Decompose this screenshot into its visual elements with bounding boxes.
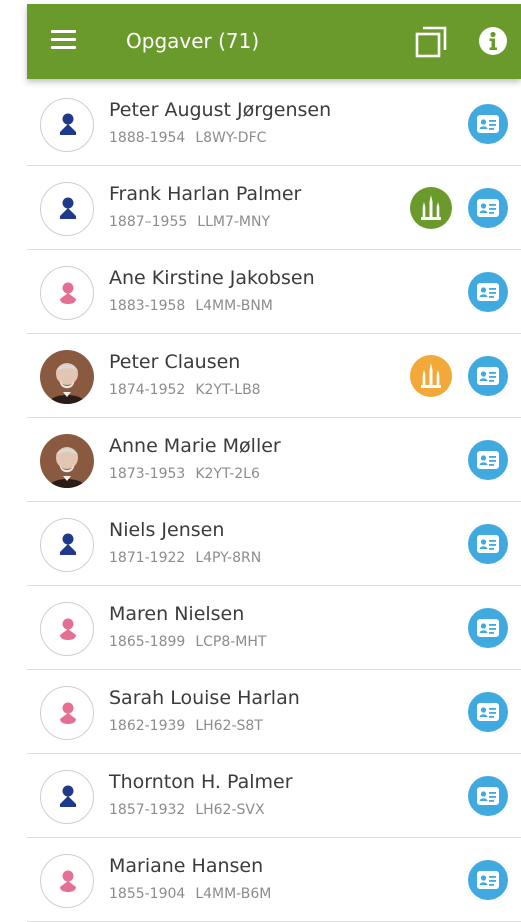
list-item[interactable]: Mariane Hansen 1855-1904 L4MM-B6M	[27, 838, 521, 922]
male-avatar-icon	[40, 182, 94, 236]
person-name: Peter Clausen	[109, 351, 241, 373]
person-card-icon[interactable]	[468, 860, 508, 900]
person-id: LH62-SVX	[195, 802, 265, 818]
person-card-icon[interactable]	[468, 524, 508, 564]
person-name: Ane Kirstine Jakobsen	[109, 267, 315, 289]
list-item[interactable]: Sarah Louise Harlan 1862-1939 LH62-S8T	[27, 670, 521, 754]
person-name: Niels Jensen	[109, 519, 225, 541]
person-meta: 1883-1958 L4MM-BNM	[109, 298, 273, 314]
avatar	[40, 350, 94, 404]
male-avatar-icon	[40, 770, 94, 824]
temple-icon[interactable]	[410, 187, 452, 229]
person-card-icon[interactable]	[468, 692, 508, 732]
page-title: Opgaver (71)	[126, 29, 260, 53]
person-name: Anne Marie Møller	[109, 435, 281, 457]
female-avatar-icon	[40, 602, 94, 656]
person-card-icon[interactable]	[468, 440, 508, 480]
list-item[interactable]: Niels Jensen 1871-1922 L4PY-8RN	[27, 502, 521, 586]
person-id: L4PY-8RN	[195, 550, 262, 566]
temple-icon[interactable]	[410, 355, 452, 397]
avatar	[40, 434, 94, 488]
person-card-icon[interactable]	[468, 104, 508, 144]
person-meta: 1873-1953 K2YT-2L6	[109, 466, 260, 482]
person-id: LLM7-MNY	[197, 214, 271, 230]
person-meta: 1855-1904 L4MM-B6M	[109, 886, 271, 902]
list-item[interactable]: Ane Kirstine Jakobsen 1883-1958 L4MM-BNM	[27, 250, 521, 334]
menu-icon[interactable]	[51, 30, 76, 50]
person-years: 1873-1953	[109, 466, 186, 482]
person-card-icon[interactable]	[468, 776, 508, 816]
list-item[interactable]: Anne Marie Møller 1873-1953 K2YT-2L6	[27, 418, 521, 502]
female-avatar-icon	[40, 686, 94, 740]
person-years: 1862-1939	[109, 718, 186, 734]
copy-icon[interactable]	[415, 26, 447, 58]
person-years: 1888-1954	[109, 130, 186, 146]
person-meta: 1871-1922 L4PY-8RN	[109, 550, 261, 566]
male-avatar-icon	[40, 518, 94, 572]
person-years: 1857-1932	[109, 802, 186, 818]
male-avatar-icon	[40, 98, 94, 152]
person-id: L4MM-B6M	[195, 886, 272, 902]
app-bar: Opgaver (71)	[27, 4, 521, 79]
person-name: Peter August Jørgensen	[109, 99, 332, 121]
person-card-icon[interactable]	[468, 608, 508, 648]
person-meta: 1865-1899 LCP8-MHT	[109, 634, 266, 650]
person-name: Maren Nielsen	[109, 603, 245, 625]
list-item[interactable]: Frank Harlan Palmer 1887–1955 LLM7-MNY	[27, 166, 521, 250]
person-card-icon[interactable]	[468, 188, 508, 228]
person-card-icon[interactable]	[468, 272, 508, 312]
person-name: Mariane Hansen	[109, 855, 264, 877]
task-list: Peter August Jørgensen 1888-1954 L8WY-DFC F…	[27, 82, 521, 922]
list-item[interactable]: Thornton H. Palmer 1857-1932 LH62-SVX	[27, 754, 521, 838]
person-name: Thornton H. Palmer	[109, 771, 293, 793]
person-id: K2YT-LB8	[195, 382, 261, 398]
person-meta: 1862-1939 LH62-S8T	[109, 718, 263, 734]
person-years: 1874-1952	[109, 382, 186, 398]
list-item[interactable]: Peter August Jørgensen 1888-1954 L8WY-DFC	[27, 82, 521, 166]
person-id: L8WY-DFC	[195, 130, 267, 146]
person-years: 1883-1958	[109, 298, 186, 314]
person-id: LH62-S8T	[195, 718, 263, 734]
person-years: 1871-1922	[109, 550, 186, 566]
person-meta: 1857-1932 LH62-SVX	[109, 802, 265, 818]
person-meta: 1887–1955 LLM7-MNY	[109, 214, 270, 230]
female-avatar-icon	[40, 854, 94, 908]
person-id: K2YT-2L6	[195, 466, 260, 482]
list-item[interactable]: Maren Nielsen 1865-1899 LCP8-MHT	[27, 586, 521, 670]
person-meta: 1888-1954 L8WY-DFC	[109, 130, 266, 146]
person-years: 1865-1899	[109, 634, 186, 650]
female-avatar-icon	[40, 266, 94, 320]
person-id: L4MM-BNM	[195, 298, 273, 314]
person-meta: 1874-1952 K2YT-LB8	[109, 382, 261, 398]
person-years: 1855-1904	[109, 886, 186, 902]
person-name: Frank Harlan Palmer	[109, 183, 302, 205]
person-id: LCP8-MHT	[195, 634, 267, 650]
info-icon[interactable]	[478, 26, 508, 56]
person-card-icon[interactable]	[468, 356, 508, 396]
list-item[interactable]: Peter Clausen 1874-1952 K2YT-LB8	[27, 334, 521, 418]
person-name: Sarah Louise Harlan	[109, 687, 300, 709]
person-years: 1887–1955	[109, 214, 188, 230]
